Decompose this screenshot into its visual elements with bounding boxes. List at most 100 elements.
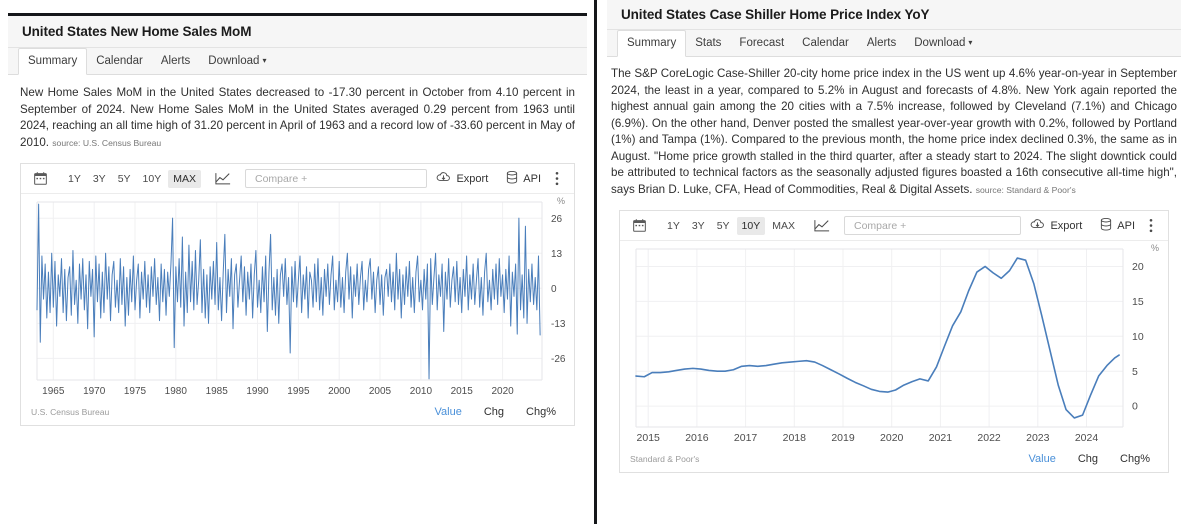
left-plot-area: % 26 13 0 -13 -26 1965 1970 1975 1980 1985 1990 199… (21, 194, 574, 402)
kebab-menu-icon[interactable] (1144, 218, 1160, 233)
new-home-sales-chart-svg[interactable]: 26 13 0 -13 -26 1965 1970 1975 1980 1985 1990 1995 2… (21, 194, 574, 402)
compare-field[interactable] (244, 169, 428, 188)
svg-text:2021: 2021 (929, 432, 953, 444)
source-note: source: U.S. Census Bureau (52, 137, 162, 148)
svg-text:1985: 1985 (206, 386, 229, 397)
api-label: API (1117, 219, 1135, 232)
comparison-page: United States New Home Sales MoM Summary… (0, 0, 1181, 524)
svg-text:1995: 1995 (287, 386, 310, 397)
tab-download[interactable]: Download ▾ (905, 31, 981, 56)
svg-text:2018: 2018 (783, 432, 807, 444)
compare-input[interactable] (851, 218, 1014, 233)
range-1y[interactable]: 1Y (63, 170, 86, 188)
export-label: Export (456, 172, 489, 185)
left-chart-card: 1Y 3Y 5Y 10Y MAX Compare + Export API % … (20, 163, 575, 426)
svg-text:2020: 2020 (880, 432, 904, 444)
tab-calendar[interactable]: Calendar (87, 49, 152, 74)
tab-label: Alerts (160, 55, 191, 67)
svg-text:2015: 2015 (451, 386, 474, 397)
legend-chg[interactable]: Chg (484, 406, 504, 418)
right-chart-canvas[interactable]: 20 15 10 5 0 2015 2016 2017 2018 2019 2020 2021 2022… (620, 241, 1168, 449)
compare-input[interactable] (252, 171, 420, 186)
legend-chg-pct[interactable]: Chg% (526, 406, 556, 418)
svg-text:2005: 2005 (369, 386, 392, 397)
left-summary-text: New Home Sales MoM in the United States … (8, 75, 587, 159)
source-note: source: Standard & Poor's (975, 184, 1076, 195)
range-5y[interactable]: 5Y (712, 217, 735, 235)
left-title-bar: United States New Home Sales MoM (8, 16, 587, 48)
tab-label: Calendar (802, 37, 849, 49)
range-10y[interactable]: 10Y (736, 216, 766, 235)
left-chart-canvas[interactable]: 26 13 0 -13 -26 1965 1970 1975 1980 1985 1990 1995 2… (21, 194, 574, 402)
left-panel: United States New Home Sales MoM Summary… (0, 0, 597, 524)
tab-forecast[interactable]: Forecast (730, 31, 793, 56)
legend-chg[interactable]: Chg (1078, 453, 1098, 465)
right-chart-card: 1Y 3Y 5Y 10Y MAX Compare + Export API % … (619, 210, 1169, 473)
right-legend: Value Chg Chg% (1029, 453, 1158, 465)
calendar-icon[interactable] (29, 169, 51, 189)
tab-label: Summary (28, 55, 78, 67)
svg-text:2019: 2019 (831, 432, 855, 444)
range-max[interactable]: MAX (168, 169, 201, 188)
left-chart-footer: U.S. Census Bureau Value Chg Chg% (21, 402, 574, 425)
tab-calendar[interactable]: Calendar (793, 31, 858, 56)
tab-alerts[interactable]: Alerts (152, 49, 199, 74)
left-panel-content: United States New Home Sales MoM Summary… (8, 13, 587, 426)
range-1y[interactable]: 1Y (662, 217, 685, 235)
legend-value[interactable]: Value (1029, 453, 1056, 465)
tab-label: Stats (695, 37, 722, 49)
tab-stats[interactable]: Stats (686, 31, 730, 56)
right-summary-text: The S&P CoreLogic Case-Shiller 20-city h… (607, 57, 1181, 204)
tab-label: Forecast (739, 37, 785, 49)
export-label: Export (1050, 219, 1083, 232)
export-button[interactable]: Export (1021, 218, 1091, 233)
api-button[interactable]: API (1091, 217, 1144, 234)
right-title-bar: United States Case Shiller Home Price In… (607, 0, 1181, 30)
legend-chg-pct[interactable]: Chg% (1120, 453, 1150, 465)
page-title: United States Case Shiller Home Price In… (621, 7, 930, 22)
tab-alerts[interactable]: Alerts (858, 31, 905, 56)
svg-text:20: 20 (1132, 261, 1144, 273)
range-5y[interactable]: 5Y (113, 170, 136, 188)
data-provider-label: Standard & Poor's (630, 454, 700, 464)
kebab-menu-icon[interactable] (550, 171, 566, 186)
svg-text:2024: 2024 (1075, 432, 1099, 444)
tab-summary[interactable]: Summary (18, 48, 88, 75)
export-button[interactable]: Export (427, 171, 497, 186)
svg-text:0: 0 (1132, 401, 1138, 413)
svg-text:1965: 1965 (42, 386, 65, 397)
left-chart-toolbar: 1Y 3Y 5Y 10Y MAX Compare + Export API (21, 164, 574, 194)
download-cloud-icon (1030, 218, 1045, 233)
tab-label: Calendar (96, 55, 143, 67)
compare-field[interactable] (843, 216, 1022, 235)
svg-text:5: 5 (1132, 366, 1138, 378)
tab-download[interactable]: Download ▾ (199, 49, 275, 74)
svg-text:2016: 2016 (685, 432, 709, 444)
line-chart-icon[interactable] (814, 219, 830, 232)
svg-text:1980: 1980 (165, 386, 188, 397)
right-range-selector: 1Y 3Y 5Y 10Y MAX (662, 216, 800, 235)
tab-label: Download (208, 55, 260, 67)
svg-text:13: 13 (551, 249, 563, 260)
api-button[interactable]: API (497, 170, 550, 187)
range-max[interactable]: MAX (767, 217, 800, 235)
svg-text:2022: 2022 (977, 432, 1001, 444)
svg-text:-26: -26 (551, 354, 566, 365)
tab-label: Summary (627, 37, 677, 49)
tab-summary[interactable]: Summary (617, 30, 687, 57)
case-shiller-chart-svg[interactable]: 201510502015 2016 2017 2018 2019 2020 2021 2022… (620, 241, 1157, 449)
range-3y[interactable]: 3Y (88, 170, 111, 188)
legend-value[interactable]: Value (435, 406, 462, 418)
calendar-icon[interactable] (628, 216, 650, 236)
line-chart-icon[interactable] (215, 172, 231, 185)
tab-label: Download (914, 37, 966, 49)
svg-text:0: 0 (551, 284, 557, 295)
svg-text:2020: 2020 (491, 386, 514, 397)
tab-label: Alerts (866, 37, 897, 49)
svg-text:26: 26 (551, 214, 563, 225)
right-chart-toolbar: 1Y 3Y 5Y 10Y MAX Compare + Export API (620, 211, 1168, 241)
range-3y[interactable]: 3Y (687, 217, 710, 235)
range-10y[interactable]: 10Y (138, 170, 167, 188)
database-icon (1100, 217, 1112, 234)
svg-text:2017: 2017 (734, 432, 758, 444)
